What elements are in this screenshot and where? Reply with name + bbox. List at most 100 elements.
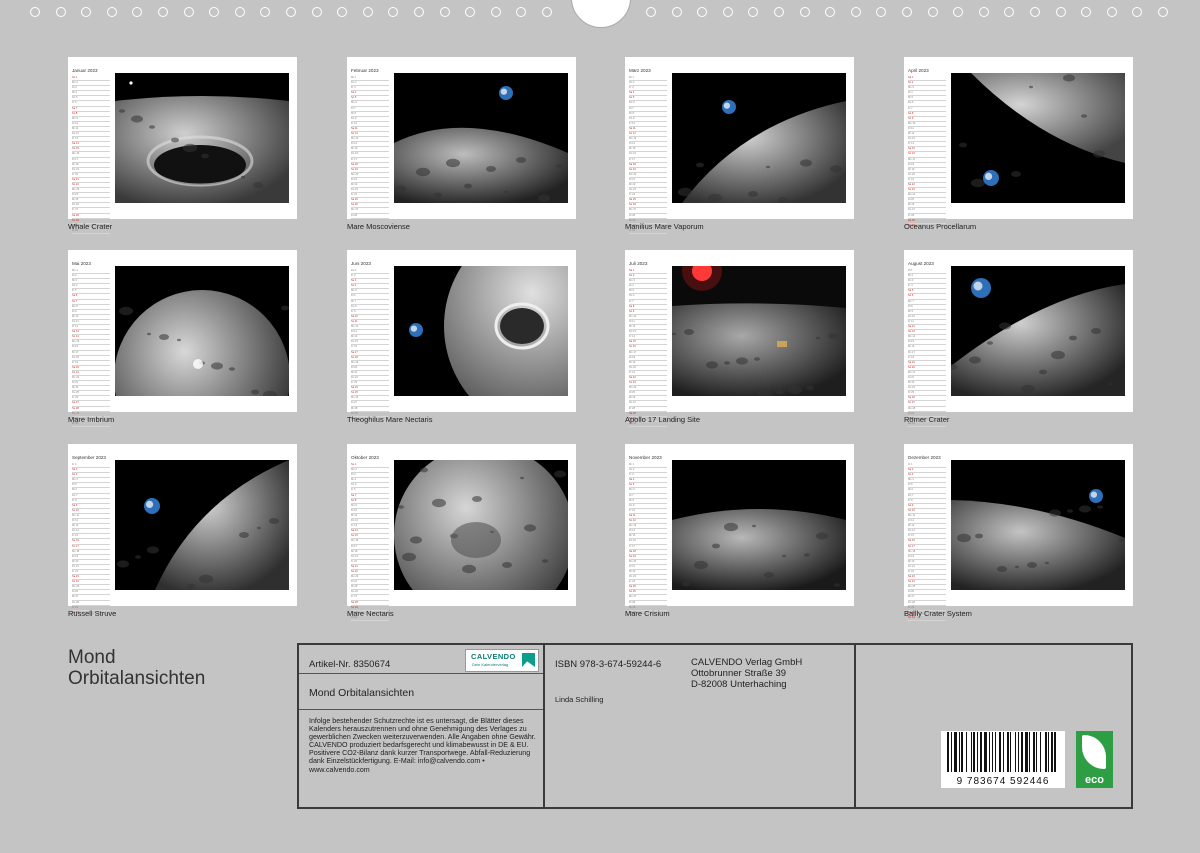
photo-caption: Mare Nectaris	[347, 609, 394, 618]
month-sheet-4: April 2023 Sa 1 So 2 Mo 3 Di 4 Mi 5 Do 6 Fr 7S…	[904, 57, 1133, 229]
product-title: Mond Orbitalansichten	[309, 687, 415, 699]
logo-name: CALVENDO	[471, 652, 516, 661]
day-list: Mo 1 Di 2 Mi 3 Do 4 Fr 5 Sa 6 So 7 Mo 8 Di 9 Mi 1…	[72, 269, 110, 427]
binding-ring	[81, 7, 92, 17]
year: 2023	[637, 261, 648, 266]
info-panel-left: Artikel-Nr. 8350674 CALVENDO Dein Kalend…	[297, 643, 545, 809]
year: 2023	[918, 68, 929, 73]
binding-ring	[158, 7, 168, 17]
photo-caption: Mare Moscoviense	[347, 222, 410, 231]
month-sheet-2: Februar 2023 Mi 1 Do 2 Fr 3 Sa 4 So 5 Mo 6 Di …	[347, 57, 576, 219]
day-list: Mi 1 Do 2 Fr 3 Sa 4 So 5 Mo 6 Di 7 Mi 8 Do 9 Fr 1…	[629, 463, 667, 616]
binding-ring	[978, 7, 989, 17]
month-name: April	[908, 68, 918, 73]
day-list: Fr 1 Sa 2 So 3 Mo 4 Di 5 Mi 6 Do 7 Fr 8 Sa 9 So 1…	[72, 463, 110, 616]
binding-ring	[927, 7, 938, 17]
month-sheet-11: November 2023 Mi 1 Do 2 Fr 3 Sa 4 So 5 Mo 6 Di…	[625, 444, 854, 616]
binding-ring	[542, 7, 552, 17]
year: 2023	[930, 455, 941, 460]
year: 2023	[640, 68, 651, 73]
address-line: Ottobrunner Straße 39	[691, 668, 787, 679]
month-name: Oktober	[351, 455, 368, 460]
barcode: 9 783674 592446	[941, 731, 1065, 788]
binding-ring	[1158, 7, 1168, 17]
publisher-address: CALVENDO Verlag GmbH Ottobrunner Straße …	[691, 657, 802, 690]
month-name: November	[629, 455, 651, 460]
binding-ring	[260, 7, 271, 17]
year: 2023	[80, 261, 91, 266]
address-line: CALVENDO Verlag GmbH	[691, 657, 803, 668]
binding-ring	[311, 7, 322, 17]
eco-badge: eco	[1076, 731, 1113, 788]
binding-ring	[1106, 7, 1117, 17]
binding-ring	[850, 7, 861, 17]
month-label: Februar 2023	[351, 68, 379, 73]
day-list: So 1 Mo 2 Di 3 Mi 4 Do 5 Fr 6 Sa 7 So 8 Mo 9 Di 1…	[351, 463, 389, 621]
binding-ring	[465, 7, 476, 17]
photo-caption: Manilius Mare Vaporum	[625, 222, 704, 231]
moon-photo	[672, 460, 846, 590]
day-list: So 1 Mo 2 Di 3 Mi 4 Do 5 Fr 6 Sa 7 So 8 Mo 9 Di 1…	[72, 76, 110, 234]
binding-ring	[876, 7, 887, 17]
binding-ring	[799, 7, 810, 17]
binding-ring	[902, 7, 912, 17]
binding-ring	[106, 7, 117, 17]
binding-ring	[671, 7, 682, 17]
month-name: August	[908, 261, 923, 266]
binding-ring	[697, 7, 708, 17]
photo-caption: Russell Struve	[68, 609, 117, 618]
month-name: Februar	[351, 68, 368, 73]
divider	[299, 673, 543, 674]
month-label: Mai 2023	[72, 261, 91, 266]
month-sheet-5: Mai 2023 Mo 1 Di 2 Mi 3 Do 4 Fr 5 Sa 6 So 7 Mo …	[68, 250, 297, 427]
isbn: ISBN 978-3-674-59244-6	[555, 659, 662, 670]
binding-ring	[1030, 7, 1040, 17]
day-list: Mi 1 Do 2 Fr 3 Sa 4 So 5 Mo 6 Di 7 Mi 8 Do 9 Fr 1…	[629, 76, 667, 234]
month-label: Januar 2023	[72, 68, 98, 73]
binding-ring	[1081, 7, 1092, 17]
day-list: Sa 1 So 2 Mo 3 Di 4 Mi 5 Do 6 Fr 7 Sa 8 So 9 Mo 1…	[908, 76, 946, 229]
binding-ring	[774, 7, 784, 17]
day-list: Do 1 Fr 2 Sa 3 So 4 Mo 5 Di 6 Mi 7 Do 8 Fr 9 Sa 1…	[351, 269, 389, 422]
month-label: März 2023	[629, 68, 651, 73]
binding-ring	[1004, 7, 1015, 17]
photo-caption: Römer Crater	[904, 415, 950, 424]
binding-ring	[362, 7, 373, 17]
photo-caption: Apollo 17 Landing Site	[625, 415, 701, 424]
day-list: Di 1 Mi 2 Do 3 Fr 4 Sa 5 So 6 Mo 7 Di 8 Mi 9 Do 1…	[908, 269, 946, 427]
moon-photo	[115, 73, 289, 203]
month-label: Oktober 2023	[351, 455, 379, 460]
month-name: Dezember	[908, 455, 930, 460]
year: 2023	[651, 455, 662, 460]
binding-ring	[516, 7, 527, 17]
month-sheet-6: Juni 2023 Do 1 Fr 2 Sa 3 So 4 Mo 5 Di 6 Mi 7 Do…	[347, 250, 576, 422]
binding-ring	[286, 7, 296, 17]
moon-photo	[394, 266, 568, 396]
article-number: Artikel-Nr. 8350674	[309, 659, 391, 670]
year: 2023	[360, 261, 371, 266]
legal-text: Infolge bestehender Schutzrechte ist es …	[309, 717, 536, 774]
binding-ring	[209, 7, 220, 17]
divider	[299, 709, 543, 710]
month-sheet-7: Juli 2023 Sa 1 So 2 Mo 3 Di 4 Mi 5 Do 6 Fr 7 Sa…	[625, 250, 854, 427]
moon-photo	[951, 460, 1125, 590]
photo-caption: Whale Crater	[68, 222, 113, 231]
month-sheet-1: Januar 2023 So 1 Mo 2 Di 3 Mi 4 Do 5 Fr 6 Sa 7…	[68, 57, 297, 234]
moon-photo	[115, 460, 289, 590]
photo-caption: Mare Crisium	[625, 609, 670, 618]
moon-photo	[394, 460, 568, 590]
calendar-day: Di 28	[351, 214, 389, 219]
month-label: Dezember 2023	[908, 455, 941, 460]
binding-ring	[55, 7, 66, 17]
binding-ring	[234, 7, 245, 17]
logo-tagline: Dein Kalenderverlag	[472, 662, 509, 667]
moon-photo	[672, 266, 846, 396]
binding-ring	[183, 7, 194, 17]
photo-caption: Theoghilus Mare Nectaris	[347, 415, 433, 424]
binding-ring	[337, 7, 348, 17]
binding-ring	[722, 7, 733, 17]
year: 2023	[923, 261, 934, 266]
binding-ring	[748, 7, 759, 17]
month-name: September	[72, 455, 95, 460]
title-line-2: Orbitalansichten	[68, 668, 206, 689]
